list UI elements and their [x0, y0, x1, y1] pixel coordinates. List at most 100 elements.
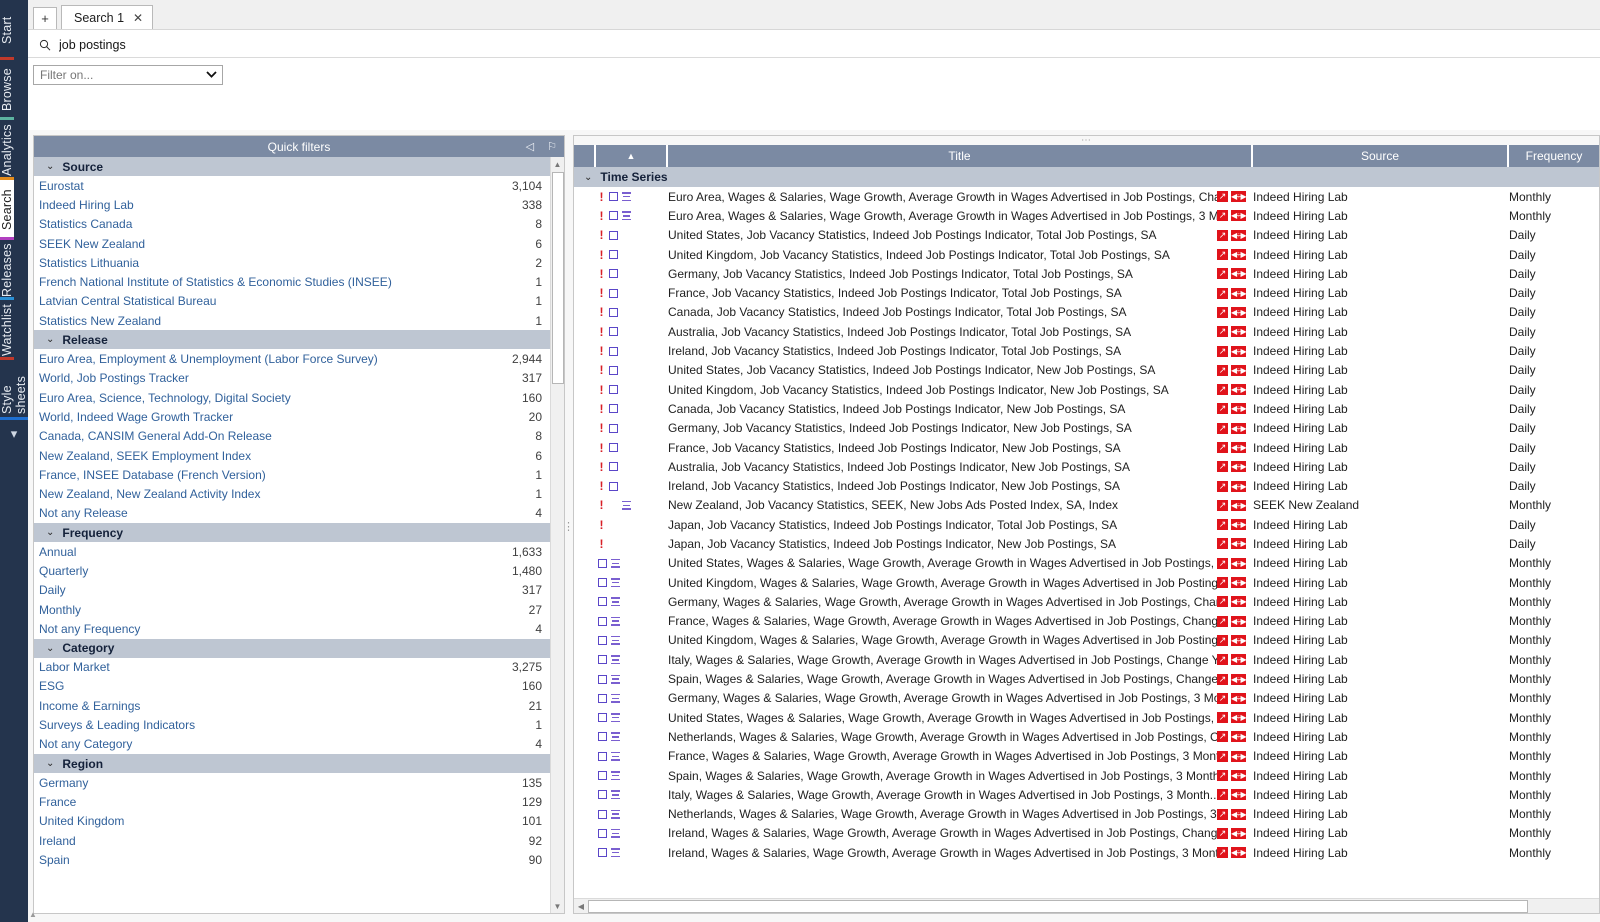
- table-row[interactable]: !Ireland, Job Vacancy Statistics, Indeed…: [574, 476, 1599, 495]
- filter-row-label[interactable]: Income & Earnings: [39, 699, 529, 713]
- calculation-icon[interactable]: ◀÷▶: [1231, 326, 1246, 337]
- filter-row-label[interactable]: Statistics New Zealand: [39, 314, 535, 328]
- list-lines-icon[interactable]: [622, 501, 631, 510]
- filter-group-source[interactable]: ⌄Source: [34, 157, 550, 176]
- filter-row-label[interactable]: France, INSEE Database (French Version): [39, 468, 535, 482]
- alert-icon[interactable]: !: [598, 499, 605, 511]
- external-link-icon[interactable]: ↗: [1217, 326, 1228, 337]
- filter-row-label[interactable]: France: [39, 795, 522, 809]
- filter-row[interactable]: Daily317: [34, 581, 550, 600]
- calculation-icon[interactable]: ◀÷▶: [1231, 249, 1246, 260]
- list-lines-icon[interactable]: [611, 848, 620, 857]
- alert-icon[interactable]: !: [598, 287, 605, 299]
- row-title[interactable]: Germany, Job Vacancy Statistics, Indeed …: [668, 421, 1217, 435]
- filter-row[interactable]: France129: [34, 792, 550, 811]
- row-title[interactable]: Australia, Job Vacancy Statistics, Indee…: [668, 460, 1217, 474]
- filter-group-frequency[interactable]: ⌄Frequency: [34, 523, 550, 542]
- table-row[interactable]: United States, Wages & Salaries, Wage Gr…: [574, 708, 1599, 727]
- calculation-icon[interactable]: ◀÷▶: [1231, 712, 1246, 723]
- external-link-icon[interactable]: ↗: [1217, 847, 1228, 858]
- external-link-icon[interactable]: ↗: [1217, 538, 1228, 549]
- filter-row-label[interactable]: Labor Market: [39, 660, 512, 674]
- external-link-icon[interactable]: ↗: [1217, 384, 1228, 395]
- calculation-icon[interactable]: ◀÷▶: [1231, 847, 1246, 858]
- filter-row-label[interactable]: Daily: [39, 583, 522, 597]
- alert-icon[interactable]: !: [598, 519, 605, 531]
- row-title[interactable]: United Kingdom, Wages & Salaries, Wage G…: [668, 633, 1217, 647]
- external-link-icon[interactable]: ↗: [1217, 789, 1228, 800]
- filter-row[interactable]: Quarterly1,480: [34, 561, 550, 580]
- table-row[interactable]: Germany, Wages & Salaries, Wage Growth, …: [574, 592, 1599, 611]
- filter-row-label[interactable]: Not any Category: [39, 737, 535, 751]
- filter-row-label[interactable]: Statistics Canada: [39, 217, 535, 231]
- calculation-icon[interactable]: ◀÷▶: [1231, 423, 1246, 434]
- row-title[interactable]: France, Wages & Salaries, Wage Growth, A…: [668, 749, 1217, 763]
- external-link-icon[interactable]: ↗: [1217, 809, 1228, 820]
- list-lines-icon[interactable]: [611, 559, 620, 568]
- filter-row-label[interactable]: United Kingdom: [39, 814, 522, 828]
- external-link-icon[interactable]: ↗: [1217, 693, 1228, 704]
- calculation-icon[interactable]: ◀÷▶: [1231, 268, 1246, 279]
- calculation-icon[interactable]: ◀÷▶: [1231, 307, 1246, 318]
- calculation-icon[interactable]: ◀÷▶: [1231, 770, 1246, 781]
- filter-row[interactable]: World, Job Postings Tracker317: [34, 369, 550, 388]
- list-lines-icon[interactable]: [611, 694, 620, 703]
- row-title[interactable]: Spain, Wages & Salaries, Wage Growth, Av…: [668, 672, 1217, 686]
- external-link-icon[interactable]: ↗: [1217, 500, 1228, 511]
- external-link-icon[interactable]: ↗: [1217, 365, 1228, 376]
- filter-row[interactable]: ESG160: [34, 677, 550, 696]
- table-row[interactable]: ! France, Job Vacancy Statistics, Indeed …: [574, 283, 1599, 302]
- tab-search-1[interactable]: Search 1 ✕: [61, 5, 153, 29]
- table-row[interactable]: France, Wages & Salaries, Wage Growth, A…: [574, 747, 1599, 766]
- list-lines-icon[interactable]: [611, 713, 620, 722]
- filter-row-label[interactable]: Indeed Hiring Lab: [39, 198, 522, 212]
- row-title[interactable]: United States, Wages & Salaries, Wage Gr…: [668, 711, 1217, 725]
- chart-square-icon[interactable]: [598, 848, 607, 857]
- external-link-icon[interactable]: ↗: [1217, 481, 1228, 492]
- rail-item-browse[interactable]: Browse: [0, 60, 14, 120]
- filter-row[interactable]: Indeed Hiring Lab338: [34, 195, 550, 214]
- filter-row[interactable]: Not any Category4: [34, 735, 550, 754]
- quick-filters-scrollbar[interactable]: ▲ ▼: [550, 157, 564, 913]
- external-link-icon[interactable]: ↗: [1217, 461, 1228, 472]
- calculation-icon[interactable]: ◀÷▶: [1231, 288, 1246, 299]
- table-row[interactable]: !France, Job Vacancy Statistics, Indeed …: [574, 438, 1599, 457]
- filter-row-label[interactable]: SEEK New Zealand: [39, 237, 535, 251]
- table-row[interactable]: !Euro Area, Wages & Salaries, Wage Growt…: [574, 187, 1599, 206]
- calculation-icon[interactable]: ◀÷▶: [1231, 210, 1246, 221]
- calculation-icon[interactable]: ◀÷▶: [1231, 519, 1246, 530]
- table-row[interactable]: !Australia, Job Vacancy Statistics, Inde…: [574, 322, 1599, 341]
- list-lines-icon[interactable]: [611, 597, 620, 606]
- external-link-icon[interactable]: ↗: [1217, 616, 1228, 627]
- chart-square-icon[interactable]: [598, 694, 607, 703]
- table-row[interactable]: United States, Wages & Salaries, Wage Gr…: [574, 554, 1599, 573]
- external-link-icon[interactable]: ↗: [1217, 596, 1228, 607]
- external-link-icon[interactable]: ↗: [1217, 230, 1228, 241]
- calculation-icon[interactable]: ◀÷▶: [1231, 828, 1246, 839]
- filter-row-label[interactable]: Surveys & Leading Indicators: [39, 718, 535, 732]
- table-row[interactable]: !United States, Job Vacancy Statistics, …: [574, 361, 1599, 380]
- external-link-icon[interactable]: ↗: [1217, 288, 1228, 299]
- list-lines-icon[interactable]: [611, 810, 620, 819]
- row-title[interactable]: Japan, Job Vacancy Statistics, Indeed Jo…: [668, 537, 1217, 551]
- filter-row-label[interactable]: Euro Area, Employment & Unemployment (La…: [39, 352, 512, 366]
- filter-row[interactable]: Statistics Lithuania2: [34, 253, 550, 272]
- external-link-icon[interactable]: ↗: [1217, 828, 1228, 839]
- calculation-icon[interactable]: ◀÷▶: [1231, 693, 1246, 704]
- chart-square-icon[interactable]: [609, 424, 618, 433]
- table-row[interactable]: !New Zealand, Job Vacancy Statistics, SE…: [574, 496, 1599, 515]
- hscroll-thumb[interactable]: [588, 900, 1528, 913]
- close-icon[interactable]: ✕: [133, 11, 143, 25]
- filter-row-label[interactable]: Not any Release: [39, 506, 535, 520]
- external-link-icon[interactable]: ↗: [1217, 770, 1228, 781]
- chart-square-icon[interactable]: [598, 597, 607, 606]
- alert-icon[interactable]: !: [598, 229, 605, 241]
- filter-row-label[interactable]: Quarterly: [39, 564, 512, 578]
- alert-icon[interactable]: !: [598, 461, 605, 473]
- column-header-select[interactable]: [574, 145, 596, 167]
- external-link-icon[interactable]: ↗: [1217, 210, 1228, 221]
- calculation-icon[interactable]: ◀÷▶: [1231, 461, 1246, 472]
- table-row[interactable]: !Ireland, Job Vacancy Statistics, Indeed…: [574, 341, 1599, 360]
- row-title[interactable]: France, Job Vacancy Statistics, Indeed J…: [668, 286, 1217, 300]
- calculation-icon[interactable]: ◀÷▶: [1231, 616, 1246, 627]
